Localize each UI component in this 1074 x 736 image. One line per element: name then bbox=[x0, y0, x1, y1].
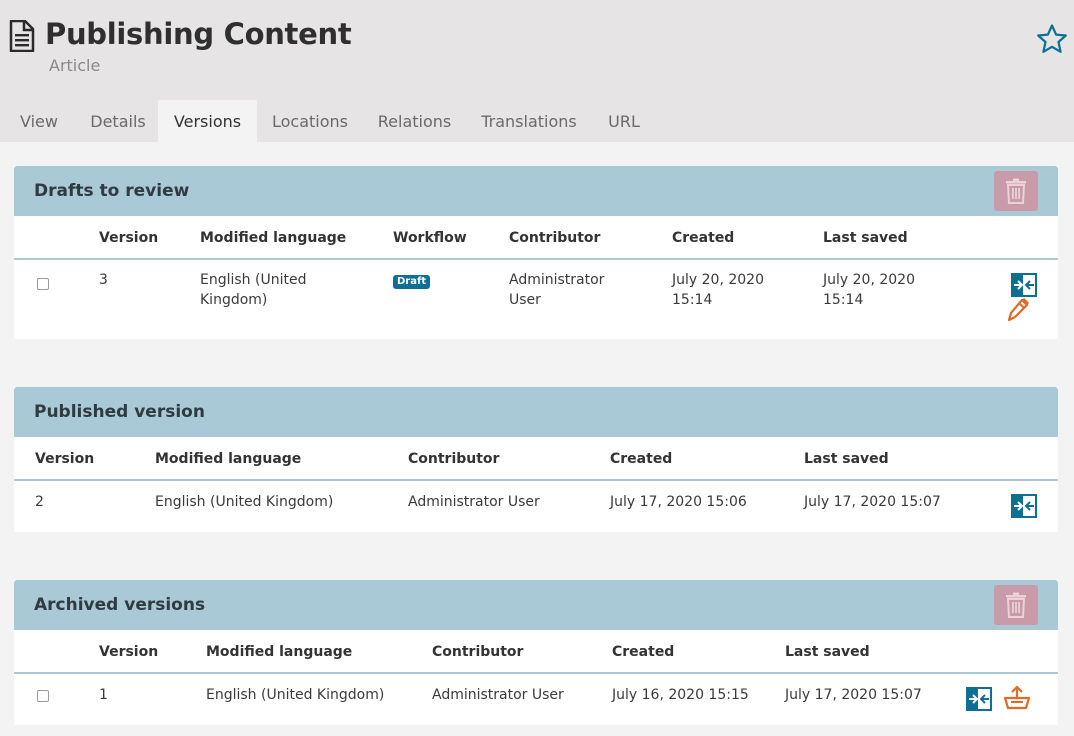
column-last-saved: Last saved bbox=[785, 644, 870, 660]
version-number: 3 bbox=[99, 272, 108, 288]
column-version: Version bbox=[99, 230, 159, 246]
column-created: Created bbox=[612, 644, 675, 660]
column-last-saved: Last saved bbox=[823, 230, 908, 246]
drafts-panel-header: Drafts to review bbox=[14, 166, 1058, 216]
row-checkbox[interactable] bbox=[37, 278, 49, 290]
compare-icon[interactable] bbox=[966, 687, 992, 711]
workflow-badge: Draft bbox=[393, 275, 431, 289]
archived-table-header: Version Modified language Contributor Cr… bbox=[14, 630, 1058, 674]
column-contributor: Contributor bbox=[408, 451, 500, 467]
archived-panel-title: Archived versions bbox=[34, 595, 206, 615]
contributor: Administrator User bbox=[432, 687, 564, 703]
last-saved-date: July 17, 2020 15:07 bbox=[785, 687, 922, 703]
column-workflow: Workflow bbox=[393, 230, 467, 246]
last-saved-date: July 17, 2020 15:07 bbox=[804, 494, 941, 510]
tab-locations[interactable]: Locations bbox=[257, 100, 363, 142]
column-contributor: Contributor bbox=[432, 644, 524, 660]
row-checkbox[interactable] bbox=[37, 690, 49, 702]
drafts-table-header: Version Modified language Workflow Contr… bbox=[14, 216, 1058, 260]
edit-pencil-icon[interactable] bbox=[1007, 298, 1029, 322]
column-created: Created bbox=[672, 230, 735, 246]
drafts-panel-title: Drafts to review bbox=[34, 181, 190, 201]
column-created: Created bbox=[610, 451, 673, 467]
last-saved-date: July 20, 2020 15:14 bbox=[823, 272, 915, 308]
contributor: Administrator User bbox=[408, 494, 540, 510]
column-version: Version bbox=[35, 451, 95, 467]
column-version: Version bbox=[99, 644, 159, 660]
document-icon bbox=[9, 20, 35, 52]
content-type-label: Article bbox=[49, 56, 101, 75]
published-table-header: Version Modified language Contributor Cr… bbox=[14, 437, 1058, 481]
tab-versions[interactable]: Versions bbox=[158, 100, 257, 142]
page-title: Publishing Content bbox=[45, 17, 352, 51]
table-row: 3 English (United Kingdom) Draft Adminis… bbox=[14, 260, 1058, 337]
column-last-saved: Last saved bbox=[804, 451, 889, 467]
star-icon[interactable] bbox=[1036, 23, 1068, 55]
version-number: 1 bbox=[99, 687, 108, 703]
tab-details[interactable]: Details bbox=[78, 100, 158, 142]
tab-relations[interactable]: Relations bbox=[363, 100, 466, 142]
trash-icon bbox=[1006, 178, 1026, 204]
modified-language: English (United Kingdom) bbox=[155, 494, 334, 510]
contributor: Administrator User bbox=[509, 272, 605, 308]
table-row: 2 English (United Kingdom) Administrator… bbox=[14, 481, 1058, 530]
created-date: July 16, 2020 15:15 bbox=[612, 687, 749, 703]
column-modified-language: Modified language bbox=[206, 644, 353, 660]
drafts-panel: Drafts to review Version Modified langua… bbox=[14, 166, 1058, 339]
column-modified-language: Modified language bbox=[200, 230, 347, 246]
published-panel-title: Published version bbox=[34, 402, 205, 422]
archived-panel-header: Archived versions bbox=[14, 580, 1058, 630]
tab-url[interactable]: URL bbox=[592, 100, 656, 142]
published-panel-header: Published version bbox=[14, 387, 1058, 437]
version-number: 2 bbox=[35, 494, 44, 510]
modified-language: English (United Kingdom) bbox=[206, 687, 385, 703]
published-panel: Published version Version Modified langu… bbox=[14, 387, 1058, 532]
archived-panel: Archived versions Version Modified langu… bbox=[14, 580, 1058, 725]
table-row: 1 English (United Kingdom) Administrator… bbox=[14, 674, 1058, 723]
trash-icon bbox=[1006, 592, 1026, 618]
created-date: July 17, 2020 15:06 bbox=[610, 494, 747, 510]
delete-archived-button[interactable] bbox=[994, 585, 1038, 625]
column-modified-language: Modified language bbox=[155, 451, 302, 467]
tab-translations[interactable]: Translations bbox=[466, 100, 592, 142]
tab-view[interactable]: View bbox=[0, 100, 78, 142]
page-header: Publishing Content Article View Details … bbox=[0, 0, 1074, 142]
restore-icon[interactable] bbox=[1004, 684, 1030, 710]
compare-icon[interactable] bbox=[1011, 494, 1037, 518]
column-contributor: Contributor bbox=[509, 230, 601, 246]
delete-drafts-button[interactable] bbox=[994, 171, 1038, 211]
created-date: July 20, 2020 15:14 bbox=[672, 272, 764, 308]
modified-language: English (United Kingdom) bbox=[200, 272, 307, 308]
compare-icon[interactable] bbox=[1011, 273, 1037, 297]
